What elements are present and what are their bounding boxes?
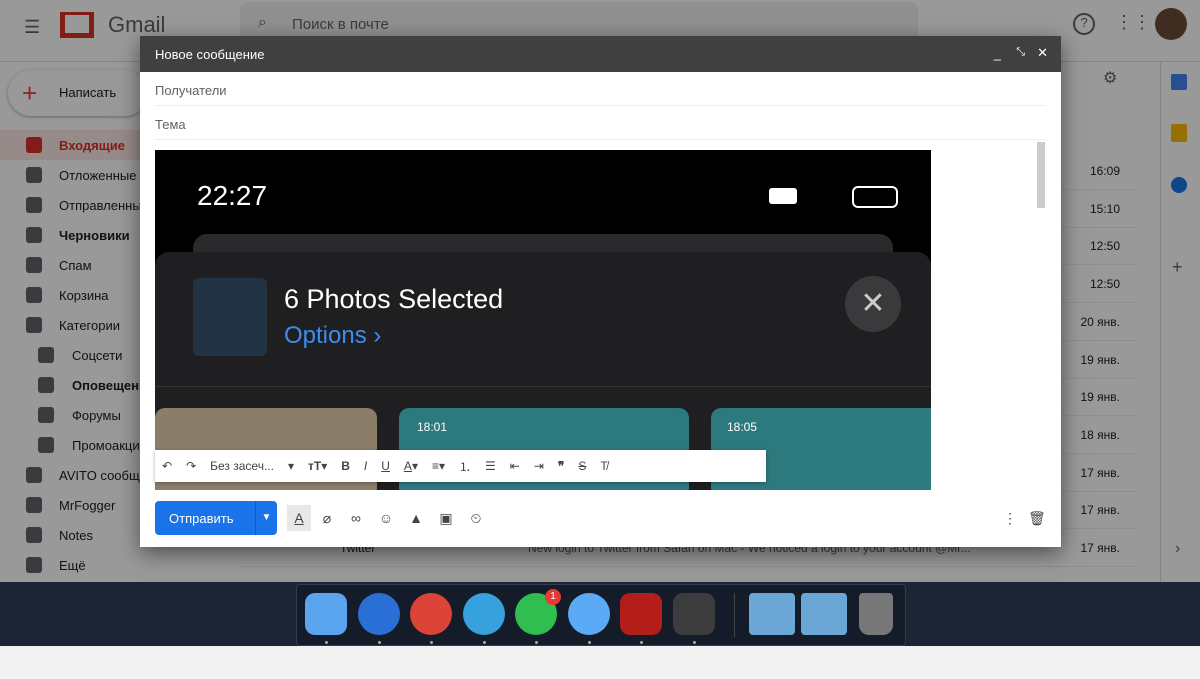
macos-dock: 1: [296, 584, 906, 646]
close-icon[interactable]: ✕: [1037, 45, 1048, 61]
whatsapp-icon[interactable]: 1: [515, 589, 561, 635]
remove-formatting-icon[interactable]: T̸: [593, 459, 614, 473]
emoji-icon[interactable]: ☺: [378, 510, 394, 526]
messages-icon[interactable]: [567, 593, 610, 635]
confidential-icon[interactable]: ⏲: [468, 510, 484, 526]
bulleted-list-icon[interactable]: ☰: [478, 459, 503, 473]
numbered-list-icon[interactable]: ⒈: [452, 458, 478, 475]
sublime-text-icon[interactable]: [672, 593, 715, 635]
chrome-icon[interactable]: [410, 593, 452, 635]
downloads-folder-icon[interactable]: [801, 593, 847, 635]
indent-less-icon[interactable]: ⇤: [503, 459, 527, 473]
quote-icon[interactable]: ❞: [551, 459, 571, 473]
subject-field[interactable]: Тема: [155, 106, 1046, 140]
formatting-toolbar: ↶ ↷ Без засеч... ▾ тT▾ B I U A▾ ≡▾ ⒈ ☰ ⇤ ⇥…: [155, 450, 766, 482]
trash-icon[interactable]: [859, 593, 893, 635]
phone-time: 22:27: [197, 180, 268, 211]
photo-thumbnail: [193, 278, 267, 356]
discard-draft-icon[interactable]: 🗑: [1028, 510, 1046, 526]
formatting-toggle-icon[interactable]: A: [287, 505, 311, 531]
undo-icon[interactable]: ↶: [155, 459, 179, 473]
safari-icon[interactable]: [357, 593, 400, 635]
compose-title: Новое сообщение: [155, 47, 265, 62]
options-link: Options ›: [284, 322, 382, 349]
send-options-icon[interactable]: ▼: [255, 501, 277, 535]
battery-icon: [852, 186, 898, 208]
thumb-time: 18:05: [727, 420, 758, 434]
send-label: Отправить: [169, 511, 234, 526]
running-indicator: [640, 641, 643, 644]
running-indicator: [325, 641, 328, 644]
indent-more-icon[interactable]: ⇥: [527, 459, 551, 473]
align-icon[interactable]: ≡▾: [425, 459, 452, 473]
inline-screenshot-image: 22:27 6 Photos Selected Options › ✕ 18:0…: [155, 150, 931, 490]
bold-icon[interactable]: B: [334, 459, 357, 473]
telegram-icon[interactable]: [462, 593, 505, 635]
running-indicator: [692, 641, 696, 644]
photo-icon[interactable]: ▣: [438, 510, 454, 526]
italic-icon[interactable]: I: [357, 459, 374, 473]
signal-icon: [769, 188, 797, 204]
filezilla-icon[interactable]: [620, 593, 662, 635]
link-icon[interactable]: ∞: [348, 510, 364, 526]
finder-icon[interactable]: [305, 593, 347, 635]
recipients-field[interactable]: Получатели: [155, 72, 1046, 106]
running-indicator: [377, 641, 381, 644]
notification-badge: 1: [545, 589, 561, 605]
bottom-strip: [0, 646, 1200, 679]
redo-icon[interactable]: ↷: [179, 459, 203, 473]
running-indicator: [535, 641, 538, 644]
drive-icon[interactable]: ▲: [408, 510, 424, 526]
more-options-icon[interactable]: ⋮: [1002, 510, 1018, 526]
strikethrough-icon[interactable]: S: [571, 459, 593, 473]
thumb-time: 18:01: [417, 420, 448, 434]
minimize-icon[interactable]: _: [994, 46, 1001, 61]
text-color-icon[interactable]: A▾: [397, 459, 425, 473]
attach-icon[interactable]: ⌀: [319, 510, 335, 526]
photos-heading: 6 Photos Selected: [284, 284, 504, 314]
font-select[interactable]: Без засеч...: [203, 459, 281, 473]
scrollbar[interactable]: [1037, 142, 1045, 208]
fullscreen-icon[interactable]: ⤡: [1016, 46, 1025, 59]
running-indicator: [587, 641, 591, 644]
close-icon: ✕: [845, 276, 901, 332]
font-size-icon[interactable]: тT▾: [301, 459, 334, 473]
underline-icon[interactable]: U: [374, 459, 397, 473]
compose-header: Новое сообщение _ ⤡ ✕: [140, 36, 1061, 72]
running-indicator: [482, 641, 486, 644]
applications-folder-icon[interactable]: [749, 593, 795, 635]
compose-window: Новое сообщение _ ⤡ ✕ Получатели Тема 22…: [140, 36, 1061, 547]
running-indicator: [430, 641, 433, 644]
send-button[interactable]: Отправить ▼: [155, 501, 277, 535]
